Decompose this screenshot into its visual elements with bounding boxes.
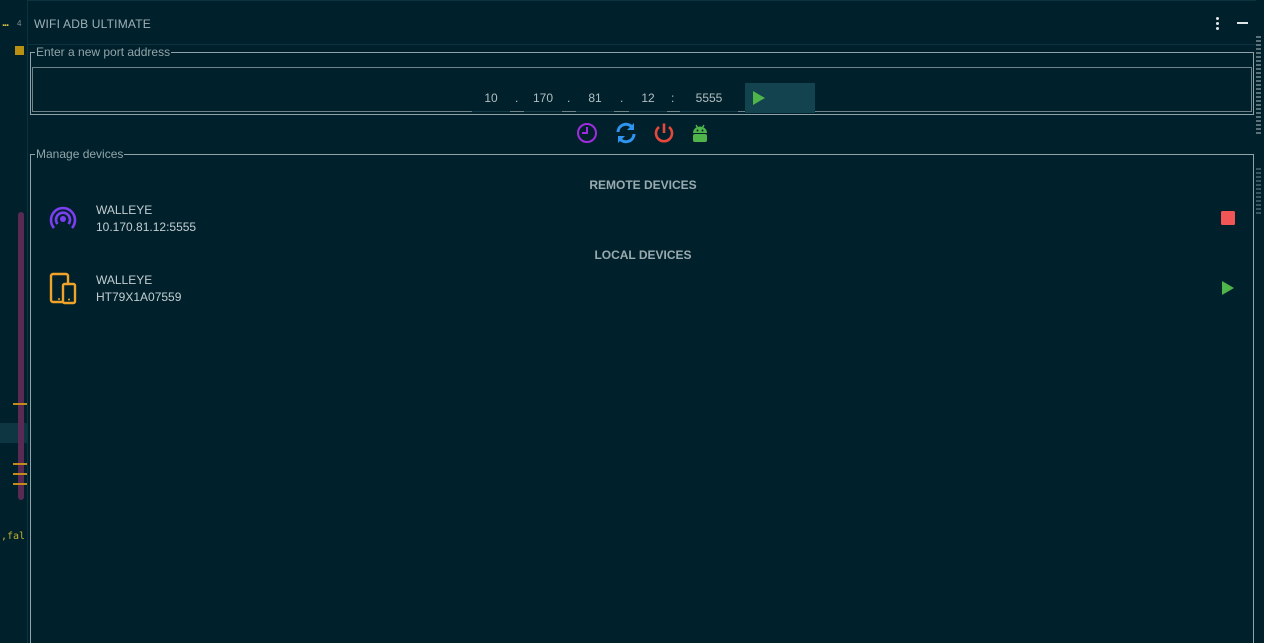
local-device-serial: HT79X1A07559 <box>96 290 182 304</box>
remote-device-name: WALLEYE <box>96 203 153 217</box>
editor-gutter: ... 4 ,fal <box>0 0 28 643</box>
manage-devices-legend: Manage devices <box>36 147 124 161</box>
ip-dot-separator: . <box>515 91 519 105</box>
panel-header: WIFI ADB ULTIMATE <box>28 1 1256 45</box>
ip-octet-3-input[interactable]: 81 <box>576 84 614 112</box>
power-icon[interactable] <box>653 122 675 144</box>
phone-tablet-icon <box>49 272 77 305</box>
remote-device-address: 10.170.81.12:5555 <box>96 220 197 234</box>
gutter-mark <box>13 403 27 405</box>
connect-play-button[interactable] <box>1221 281 1235 295</box>
play-icon <box>753 91 765 105</box>
remote-devices-heading: REMOTE DEVICES <box>589 178 697 192</box>
more-options-icon[interactable] <box>1208 13 1226 33</box>
gutter-ellipsis: ... <box>2 17 9 29</box>
gutter-mark <box>13 483 27 485</box>
port-address-group: Enter a new port address 10 . 170 . 81 .… <box>30 45 1254 115</box>
gutter-mark <box>13 463 27 465</box>
ip-dot-separator: . <box>620 91 624 105</box>
minimize-icon[interactable] <box>1233 13 1251 33</box>
port-colon-separator: : <box>671 91 675 105</box>
android-icon[interactable] <box>689 122 711 144</box>
ip-octet-1-input[interactable]: 10 <box>472 84 510 112</box>
disconnect-stop-button[interactable] <box>1221 211 1235 225</box>
ip-dot-separator: . <box>567 91 571 105</box>
port-address-legend: Enter a new port address <box>36 45 171 59</box>
local-device-name: WALLEYE <box>96 273 153 287</box>
history-icon[interactable] <box>576 122 598 144</box>
local-devices-heading: LOCAL DEVICES <box>594 248 692 262</box>
wifi-adb-panel: WIFI ADB ULTIMATE Enter a new port addre… <box>28 0 1256 643</box>
connect-button[interactable] <box>745 83 815 113</box>
port-number-input[interactable]: 5555 <box>680 84 738 112</box>
refresh-icon[interactable] <box>615 122 637 144</box>
wifi-broadcast-icon <box>49 206 77 229</box>
gutter-code-snippet: ,fal <box>1 531 26 542</box>
ip-octet-4-input[interactable]: 12 <box>629 84 667 112</box>
ip-octet-2-input[interactable]: 170 <box>524 84 562 112</box>
gutter-marker <box>15 46 24 55</box>
editor-scrollbar[interactable] <box>18 212 24 500</box>
manage-devices-group: Manage devices REMOTE DEVICES WALLEYE 10… <box>30 147 1254 643</box>
panel-title: WIFI ADB ULTIMATE <box>34 17 151 31</box>
gutter-mark <box>13 473 27 475</box>
gutter-number: 4 <box>17 19 22 28</box>
